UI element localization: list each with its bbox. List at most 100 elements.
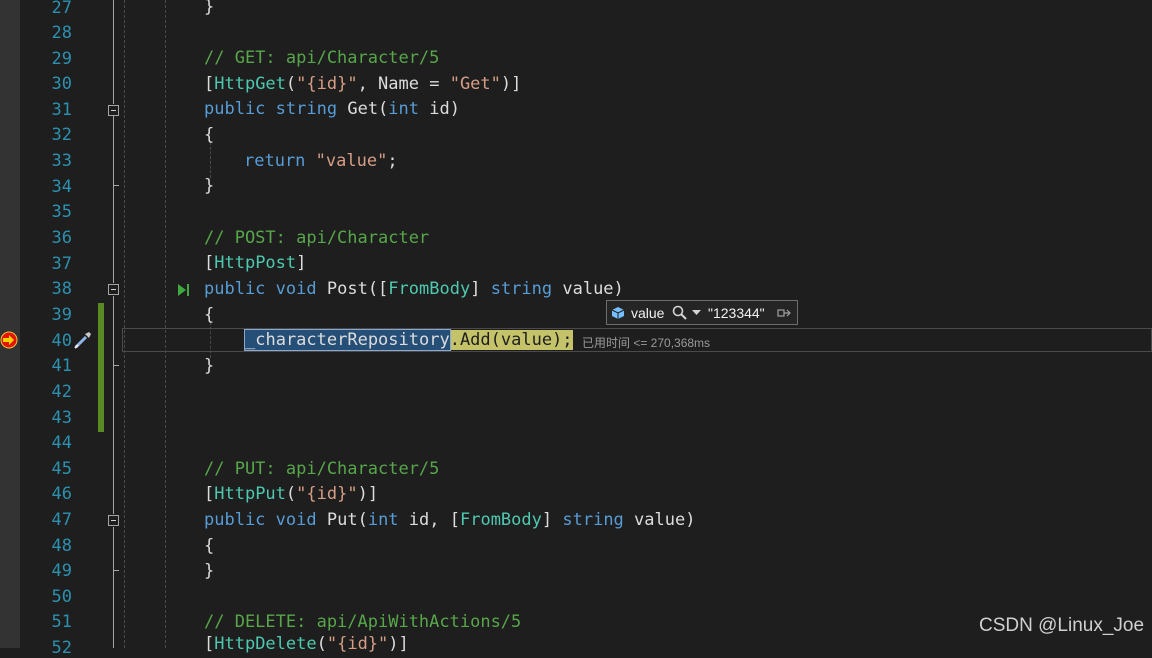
code-line-27[interactable]: } — [204, 0, 214, 17]
keyword: public — [204, 279, 266, 299]
selected-identifier[interactable]: _characterRepository — [244, 329, 451, 351]
code-token: ( — [285, 74, 297, 94]
line-number: 37 — [51, 254, 72, 274]
code-line-36[interactable]: // POST: api/Character — [204, 228, 429, 248]
outline-line — [113, 296, 114, 514]
code-line-33[interactable]: return "value"; — [244, 151, 398, 171]
line-number: 34 — [51, 177, 72, 197]
comment-text: // DELETE: api/ApiWithActions/5 — [204, 612, 522, 632]
string-literal: "{id}" — [296, 484, 358, 504]
code-token: ] — [296, 253, 307, 273]
code-line-34[interactable]: } — [204, 176, 214, 196]
debug-datatip[interactable]: value "123344" — [606, 300, 798, 325]
change-indicator-bar — [98, 303, 104, 432]
code-line-52[interactable]: [HttpDelete("{id}")] — [204, 634, 409, 654]
code-token: } — [204, 356, 215, 376]
keyword: public — [204, 510, 266, 530]
code-line-30[interactable]: [HttpGet("{id}", Name = "Get")] — [204, 74, 521, 94]
code-token: id, [ — [408, 510, 460, 530]
code-token: ] — [541, 510, 553, 530]
outline-line — [113, 0, 114, 104]
datatip-value[interactable]: "123344" — [708, 305, 765, 321]
line-number: 47 — [51, 510, 72, 530]
keyword: string — [275, 99, 338, 119]
current-statement-breakpoint-icon[interactable] — [0, 331, 20, 351]
code-line-38[interactable]: public void Post([FromBody] string value… — [204, 279, 624, 299]
code-token: } — [204, 0, 215, 17]
comment-text: // PUT: api/Character/5 — [204, 459, 440, 479]
code-token: } — [204, 176, 215, 196]
watermark: CSDN @Linux_Joe — [979, 615, 1145, 636]
next-statement-highlight: .Add(value); — [449, 330, 573, 350]
pin-icon[interactable] — [777, 307, 791, 319]
outline-end — [113, 570, 119, 571]
line-number: 29 — [51, 49, 72, 69]
collapse-toggle[interactable] — [108, 105, 119, 116]
line-number: 30 — [51, 74, 72, 94]
line-number: 31 — [51, 100, 72, 120]
line-number: 46 — [51, 484, 72, 504]
datatip-variable-name: value — [631, 305, 665, 321]
keyword: public — [204, 99, 266, 119]
code-token: ; — [387, 151, 398, 171]
outline-end — [113, 185, 119, 186]
method-name: Put( — [326, 510, 368, 530]
attribute-name: HttpPut — [214, 484, 286, 504]
indent-guide — [210, 142, 211, 178]
keyword: int — [388, 99, 420, 119]
line-number: 51 — [51, 612, 72, 632]
code-token: )] — [388, 634, 409, 654]
perf-tip-elapsed-time[interactable]: 已用时间 <= 270,368ms — [582, 334, 710, 351]
collapse-toggle[interactable] — [108, 284, 119, 295]
code-line-48[interactable]: { — [204, 536, 214, 556]
line-number: 42 — [51, 382, 72, 402]
line-number: 43 — [51, 408, 72, 428]
line-number: 40 — [51, 331, 72, 351]
code-line-51[interactable]: // DELETE: api/ApiWithActions/5 — [204, 612, 521, 632]
code-line-29[interactable]: // GET: api/Character/5 — [204, 48, 439, 68]
indicator-margin[interactable] — [0, 0, 20, 648]
line-number: 48 — [51, 536, 72, 556]
code-line-37[interactable]: [HttpPost] — [204, 253, 306, 273]
line-number: 41 — [51, 356, 72, 376]
attribute-name: HttpDelete — [214, 634, 317, 654]
line-number: 39 — [51, 305, 72, 325]
code-line-45[interactable]: // PUT: api/Character/5 — [204, 459, 439, 479]
visualizer-dropdown-icon[interactable] — [692, 310, 701, 316]
code-line-31[interactable]: public string Get(int id) — [204, 99, 460, 119]
code-line-40[interactable]: _characterRepository.Add(value); — [244, 329, 573, 351]
variable-cube-icon — [611, 307, 625, 319]
code-token: ( — [285, 484, 297, 504]
outline-end — [113, 365, 119, 366]
attribute-name: HttpGet — [214, 74, 286, 94]
method-name: Get( — [347, 99, 389, 119]
indent-guide — [124, 0, 125, 648]
outline-line — [113, 116, 114, 283]
code-token: )] — [357, 484, 379, 504]
magnifier-icon[interactable] — [672, 305, 688, 321]
keyword: void — [275, 510, 317, 530]
code-line-39[interactable]: { — [204, 305, 214, 325]
edit-and-continue-icon[interactable] — [72, 329, 94, 351]
line-number: 27 — [51, 0, 72, 18]
comment-text: // POST: api/Character — [204, 228, 430, 248]
line-number: 38 — [51, 279, 72, 299]
code-line-49[interactable]: } — [204, 561, 214, 581]
keyword: string — [562, 510, 624, 530]
run-to-click-icon[interactable] — [176, 282, 192, 298]
code-line-46[interactable]: [HttpPut("{id}")] — [204, 484, 378, 504]
code-token: , Name = — [357, 74, 450, 94]
outline-line — [113, 527, 114, 648]
line-number: 49 — [51, 561, 72, 581]
code-line-41[interactable]: } — [204, 356, 214, 376]
code-token: { — [204, 125, 215, 145]
code-line-32[interactable]: { — [204, 125, 214, 145]
collapse-toggle[interactable] — [108, 515, 119, 526]
code-token: value) — [562, 279, 624, 299]
attribute-name: FromBody — [459, 510, 542, 530]
line-number: 28 — [51, 23, 72, 43]
line-number: 44 — [51, 433, 72, 453]
code-line-47[interactable]: public void Put(int id, [FromBody] strin… — [204, 510, 695, 530]
code-token: id) — [429, 99, 460, 119]
indent-guide — [165, 0, 166, 648]
